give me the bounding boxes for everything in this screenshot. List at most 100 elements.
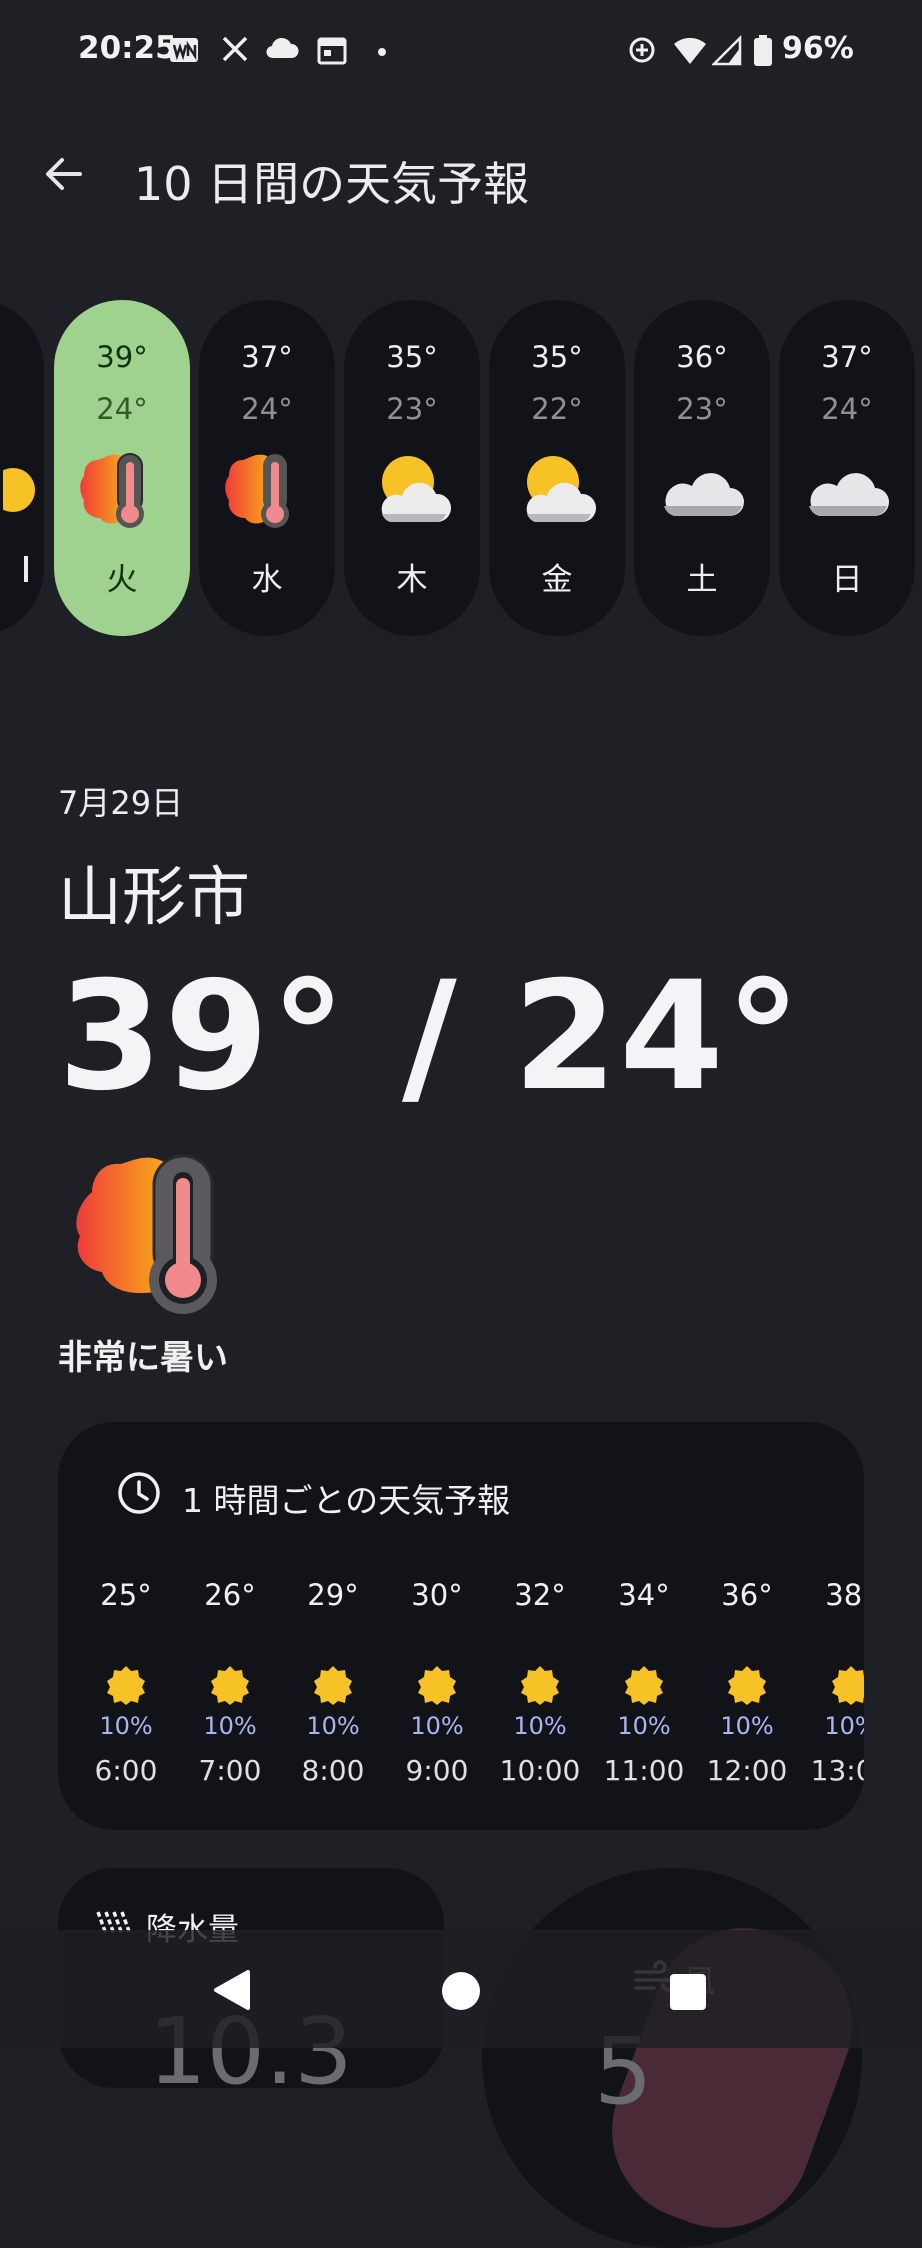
- sunny-icon: [107, 1666, 145, 1705]
- nav-back-icon[interactable]: [210, 1968, 254, 2012]
- hourly-temp: 36°: [721, 1578, 773, 1612]
- sunny-icon: [625, 1666, 663, 1705]
- day-high: 39°: [96, 340, 148, 374]
- battery-percent: 96%: [782, 31, 854, 66]
- wifi-icon: [672, 34, 708, 66]
- day-forecast-strip[interactable]: 39° 24° 火 37° 24° 水 35° 23° 木 35° 22° 金 …: [0, 300, 922, 638]
- day-low: 23°: [676, 392, 728, 426]
- hourly-precip-chance: 10%: [617, 1712, 671, 1740]
- x-app-icon: [220, 34, 250, 66]
- hourly-time: 12:00: [706, 1754, 788, 1787]
- page-title: 10 日間の天気予報: [134, 157, 530, 211]
- hourly-item: 29° 10% 8:00: [281, 1578, 385, 1787]
- hourly-temp: 30°: [411, 1578, 463, 1612]
- hourly-time: 6:00: [94, 1754, 158, 1787]
- clock-icon: [116, 1470, 162, 1516]
- condition-text: 非常に暑い: [58, 1338, 228, 1378]
- day-pill[interactable]: 35° 23° 木: [344, 300, 480, 636]
- battery-icon: [752, 34, 774, 66]
- data-saver-icon: [626, 34, 658, 66]
- hourly-temp: 34°: [618, 1578, 670, 1612]
- day-high: 37°: [821, 340, 873, 374]
- hourly-time: 11:00: [603, 1754, 685, 1787]
- hourly-temp: 25°: [100, 1578, 152, 1612]
- hourly-temp: 38°: [825, 1578, 864, 1612]
- day-high: 35°: [531, 340, 583, 374]
- day-low: 22°: [531, 392, 583, 426]
- city-name: 山形市: [58, 861, 250, 935]
- status-bar: 20:25 96%: [0, 0, 922, 104]
- extreme-heat-icon: [78, 450, 168, 530]
- day-high: 36°: [676, 340, 728, 374]
- hourly-item: 32° 10% 10:00: [488, 1578, 592, 1787]
- hourly-time: 10:00: [499, 1754, 581, 1787]
- day-label: 木: [396, 562, 428, 598]
- hourly-item: 30° 10% 9:00: [385, 1578, 489, 1787]
- hourly-title: 1 時間ごとの天気予報: [182, 1481, 511, 1520]
- day-pill[interactable]: [0, 300, 44, 636]
- hourly-temp: 26°: [204, 1578, 256, 1612]
- cloudy-icon: [803, 450, 893, 530]
- day-pill[interactable]: 37° 24° 水: [199, 300, 335, 636]
- hourly-precip-chance: 10%: [410, 1712, 464, 1740]
- hourly-precip-chance: 10%: [99, 1712, 153, 1740]
- hourly-precip-chance: 10%: [306, 1712, 360, 1740]
- high-low-temperature: 39° / 24°: [58, 950, 803, 1124]
- day-label: 火: [106, 562, 138, 598]
- extreme-heat-icon: [58, 1150, 238, 1320]
- app-bar: 10 日間の天気予報: [0, 120, 922, 230]
- day-label: 日: [831, 562, 863, 598]
- extreme-heat-icon: [223, 450, 313, 530]
- hourly-precip-chance: 10%: [203, 1712, 257, 1740]
- day-low: 23°: [386, 392, 438, 426]
- hourly-time: 7:00: [198, 1754, 262, 1787]
- hourly-item: 25° 10% 6:00: [74, 1578, 178, 1787]
- hourly-time: 13:00: [810, 1754, 864, 1787]
- day-label: 金: [541, 562, 573, 598]
- hourly-time: 8:00: [301, 1754, 365, 1787]
- signal-icon: [710, 34, 742, 66]
- day-high: 35°: [386, 340, 438, 374]
- wind-card[interactable]: 風 5: [482, 1868, 862, 2248]
- hourly-item: 36° 10% 12:00: [695, 1578, 799, 1787]
- hourly-temp: 29°: [307, 1578, 359, 1612]
- sunny-icon: [314, 1666, 352, 1705]
- hourly-item: 34° 10% 11:00: [592, 1578, 696, 1787]
- nav-recents-icon[interactable]: [670, 1974, 706, 2010]
- hourly-forecast-card[interactable]: 1 時間ごとの天気予報 25° 10% 6:00 26° 10% 7:00 29…: [58, 1422, 864, 1830]
- sunny-icon: [211, 1666, 249, 1705]
- day-pill-selected[interactable]: 39° 24° 火: [54, 300, 190, 636]
- cloud-icon: [264, 34, 300, 66]
- day-pill[interactable]: 36° 23° 土: [634, 300, 770, 636]
- weathernews-icon: [168, 34, 200, 66]
- day-low: 24°: [96, 392, 148, 426]
- day-label: 水: [251, 562, 283, 598]
- hourly-time: 9:00: [405, 1754, 469, 1787]
- day-pill-label-partial: [24, 554, 44, 592]
- hourly-item: 38° 10% 13:00: [799, 1578, 864, 1787]
- day-low: 24°: [241, 392, 293, 426]
- hourly-precip-chance: 10%: [720, 1712, 774, 1740]
- sunny-icon: [728, 1666, 766, 1705]
- system-navigation-bar: [0, 1930, 922, 2048]
- status-time: 20:25: [78, 30, 177, 66]
- cloudy-icon: [658, 450, 748, 530]
- hourly-temp: 32°: [514, 1578, 566, 1612]
- dot-icon: [374, 34, 390, 66]
- calendar-icon: [316, 34, 348, 66]
- hourly-item: 26° 10% 7:00: [178, 1578, 282, 1787]
- forecast-date: 7月29日: [58, 784, 184, 822]
- sunny-icon: [832, 1666, 864, 1705]
- day-pill[interactable]: 35° 22° 金: [489, 300, 625, 636]
- hourly-precip-chance: 10%: [824, 1712, 864, 1740]
- arrow-back-icon[interactable]: [38, 148, 90, 200]
- nav-home-icon[interactable]: [442, 1972, 480, 2010]
- sunny-icon: [418, 1666, 456, 1705]
- day-high: 37°: [241, 340, 293, 374]
- sunny-icon: [521, 1666, 559, 1705]
- hourly-precip-chance: 10%: [513, 1712, 567, 1740]
- day-pill[interactable]: 37° 24° 日: [779, 300, 915, 636]
- day-low: 24°: [821, 392, 873, 426]
- partly-cloudy-icon: [513, 450, 603, 530]
- day-label: 土: [686, 562, 718, 598]
